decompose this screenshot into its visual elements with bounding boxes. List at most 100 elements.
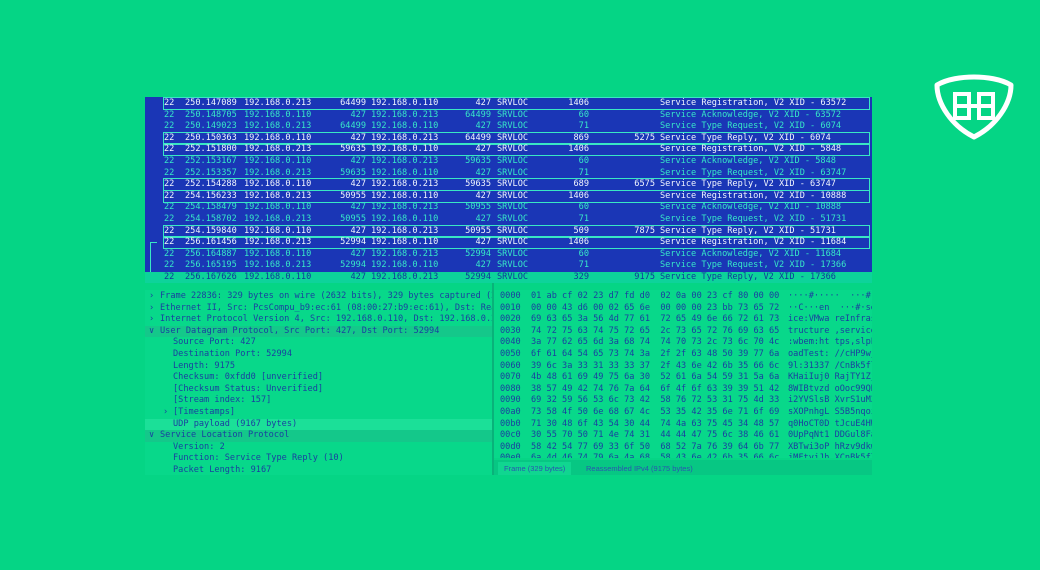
bytes-tab[interactable]: Reassembled IPv4 (9175 bytes)	[580, 462, 699, 475]
packet-src: 192.168.0.213	[244, 190, 312, 201]
collapsed-arrow-icon[interactable]: ›	[163, 407, 171, 419]
packet-src: 192.168.0.110	[244, 248, 312, 259]
packet-row[interactable]: 22 256.161456 192.168.0.213 52994 192.168.0.…	[145, 236, 872, 250]
detail-row[interactable]: ∨ User Datagram Protocol, Src Port: 427, …	[145, 325, 492, 338]
hex-bytes: 6f 61 64 54 65 73 74 3a 2f 2f 63 48 50 3…	[531, 349, 780, 359]
packet-dst: 192.168.0.213	[371, 225, 439, 236]
packet-row[interactable]: 22 252.153357 192.168.0.213 59635 192.168.0.…	[145, 168, 872, 179]
packet-row[interactable]: 22 252.151800 192.168.0.213 59635 192.168.0.…	[145, 143, 872, 157]
detail-text: Function: Service Type Reply (10)	[173, 453, 344, 464]
packet-list[interactable]: 22 250.147089 192.168.0.213 64499 192.168.0.…	[145, 97, 872, 283]
detail-row[interactable]: › Frame 22836: 329 bytes on wire (2632 bi…	[145, 291, 492, 303]
packet-no: 22	[164, 248, 175, 259]
packet-row[interactable]: 22 254.159840 192.168.0.110 427 192.168.0.21…	[145, 224, 872, 238]
hex-bytes: 38 57 49 42 74 76 7a 64 6f 4f 6f 63 39 3…	[531, 383, 780, 394]
detail-row[interactable]: UDP payload (9167 bytes)	[145, 418, 492, 431]
hex-row[interactable]: 0040 3a 77 62 65 6d 3a 68 74 74 70 73 2c …	[494, 337, 872, 349]
packet-row[interactable]: 22 254.158479 192.168.0.110 427 192.168.0.21…	[145, 202, 872, 213]
packet-row[interactable]: 22 250.150363 192.168.0.110 427 192.168.0.21…	[145, 131, 872, 145]
collapsed-arrow-icon[interactable]: ›	[149, 291, 157, 303]
detail-row[interactable]: › [Timestamps]	[145, 407, 492, 419]
hex-row[interactable]: 0000 01 ab cf 02 23 d7 fd d0 02 0a 00 23 …	[494, 291, 872, 303]
packet-row[interactable]: 22 250.149023 192.168.0.213 64499 192.168.0.…	[145, 121, 872, 132]
packet-proto: SRVLOC	[497, 98, 529, 108]
packet-proto: SRVLOC	[497, 132, 529, 143]
packet-len: 71	[578, 121, 589, 132]
collapsed-arrow-icon[interactable]: ›	[149, 314, 157, 326]
collapsed-arrow-icon[interactable]: ›	[149, 303, 157, 315]
detail-row[interactable]: Version: 2	[145, 442, 492, 454]
packet-proto: SRVLOC	[497, 260, 529, 271]
hex-row[interactable]: 00a0 73 58 4f 50 6e 68 67 4c 53 35 42 35 …	[494, 407, 872, 419]
hex-bytes: 73 58 4f 50 6e 68 67 4c 53 35 42 35 6e 7…	[531, 407, 780, 417]
detail-row[interactable]: Destination Port: 52994	[145, 349, 492, 361]
packet-dst: 192.168.0.213	[371, 248, 439, 259]
packet-proto: SRVLOC	[497, 272, 529, 282]
packet-len: 60	[578, 248, 589, 259]
detail-row[interactable]: Checksum: 0xfdd0 [unverified]	[145, 372, 492, 384]
hex-row[interactable]: 00c0 30 55 70 50 71 4e 74 31 44 44 47 75 …	[494, 430, 872, 442]
packet-bytes-pane[interactable]: 0000 01 ab cf 02 23 d7 fd d0 02 0a 00 23 …	[494, 290, 872, 458]
packet-src: 192.168.0.213	[244, 98, 312, 108]
detail-row[interactable]: Length: 9175	[145, 361, 492, 373]
detail-row[interactable]: › Ethernet II, Src: PcsCompu_b9:ec:61 (08…	[145, 303, 492, 315]
hex-row[interactable]: 00b0 71 30 48 6f 43 54 30 44 74 4a 63 75 …	[494, 419, 872, 431]
detail-row[interactable]: Function: Service Type Reply (10)	[145, 453, 492, 465]
detail-text: Packet Length: 9167	[173, 465, 272, 475]
hex-bytes: 69 63 65 3a 56 4d 77 61 72 65 49 6e 66 7…	[531, 314, 780, 325]
hex-row[interactable]: 0050 6f 61 64 54 65 73 74 3a 2f 2f 63 48 …	[494, 349, 872, 361]
packet-info: Service Type Request, V2 XID - 63747	[660, 167, 847, 178]
packet-no: 22	[164, 179, 175, 190]
packet-extra: 5275	[634, 132, 655, 143]
packet-row[interactable]: 22 256.165195 192.168.0.213 52994 192.168.0.…	[145, 260, 872, 271]
packet-len: 71	[578, 260, 589, 271]
packet-dport: 64499	[465, 109, 491, 120]
packet-proto: SRVLOC	[497, 190, 529, 201]
hex-row[interactable]: 0080 38 57 49 42 74 76 7a 64 6f 4f 6f 63 …	[494, 384, 872, 396]
detail-row[interactable]: › Internet Protocol Version 4, Src: 192.1…	[145, 314, 492, 326]
packet-proto: SRVLOC	[497, 225, 529, 236]
packet-proto: SRVLOC	[497, 179, 529, 190]
detail-row[interactable]: [Stream index: 157]	[145, 395, 492, 407]
hex-bytes: 74 72 75 63 74 75 72 65 2c 73 65 72 76 6…	[531, 325, 780, 336]
detail-row[interactable]: Source Port: 427	[145, 337, 492, 349]
hex-row[interactable]: 0010 00 00 43 d6 00 02 65 6e 00 00 00 23 …	[494, 303, 872, 315]
detail-row[interactable]: ∨ Service Location Protocol	[145, 430, 492, 442]
packet-proto: SRVLOC	[497, 237, 529, 248]
packet-src: 192.168.0.110	[244, 179, 312, 190]
packet-src: 192.168.0.213	[244, 260, 312, 271]
packet-time: 256.164887	[185, 248, 237, 259]
packet-sport: 64499	[340, 98, 366, 108]
detail-row[interactable]: [Checksum Status: Unverified]	[145, 384, 492, 396]
hex-row[interactable]: 00d0 58 42 54 77 69 33 6f 50 68 52 7a 76 …	[494, 442, 872, 454]
packet-row[interactable]: 22 252.153167 192.168.0.110 427 192.168.0.21…	[145, 156, 872, 167]
packet-row[interactable]: 22 252.154288 192.168.0.110 427 192.168.0.21…	[145, 178, 872, 192]
packet-row[interactable]: 22 254.156233 192.168.0.213 50955 192.168.0.…	[145, 189, 872, 203]
packet-src: 192.168.0.213	[244, 214, 312, 224]
packet-row[interactable]: 22 254.158702 192.168.0.213 50955 192.168.0.…	[145, 214, 872, 225]
packet-row[interactable]: 22 256.167626 192.168.0.110 427 192.168.0.21…	[145, 272, 872, 283]
hex-row[interactable]: 0060 39 6c 3a 33 31 33 33 37 2f 43 6e 42 …	[494, 361, 872, 373]
packet-row[interactable]: 22 250.147089 192.168.0.213 64499 192.168.0.…	[145, 97, 872, 110]
packet-dst: 192.168.0.110	[371, 167, 439, 178]
packet-row[interactable]: 22 256.164887 192.168.0.110 427 192.168.0.21…	[145, 249, 872, 260]
hex-row[interactable]: 0070 4b 48 61 69 49 75 6a 30 52 61 6a 54 …	[494, 372, 872, 384]
expanded-arrow-icon[interactable]: ∨	[149, 326, 157, 338]
packet-dst: 192.168.0.213	[371, 109, 439, 120]
hex-row[interactable]: 0020 69 63 65 3a 56 4d 77 61 72 65 49 6e …	[494, 314, 872, 326]
hex-row[interactable]: 0090 69 32 59 56 53 6c 73 42 58 76 72 53 …	[494, 395, 872, 407]
packet-src: 192.168.0.110	[244, 225, 312, 236]
bytes-tab[interactable]: Frame (329 bytes)	[498, 462, 572, 475]
packet-row[interactable]: 22 250.148705 192.168.0.110 427 192.168.0.21…	[145, 110, 872, 121]
packet-details-pane[interactable]: › Frame 22836: 329 bytes on wire (2632 bi…	[145, 290, 492, 475]
expanded-arrow-icon[interactable]: ∨	[149, 430, 157, 442]
hex-row[interactable]: 0030 74 72 75 63 74 75 72 65 2c 73 65 72 …	[494, 326, 872, 338]
hex-bytes: 69 32 59 56 53 6c 73 42 58 76 72 53 31 7…	[531, 395, 780, 406]
packet-proto: SRVLOC	[497, 202, 529, 213]
hex-offset: 0080	[500, 383, 521, 394]
hex-offset: 00a0	[500, 407, 521, 417]
packet-no: 22	[164, 214, 175, 224]
detail-row[interactable]: Packet Length: 9167	[145, 465, 492, 475]
packet-time: 250.149023	[185, 121, 237, 132]
hex-row[interactable]: 00e0 6a 4d 46 74 79 6a 4a 68 58 43 6e 42 …	[494, 453, 872, 458]
